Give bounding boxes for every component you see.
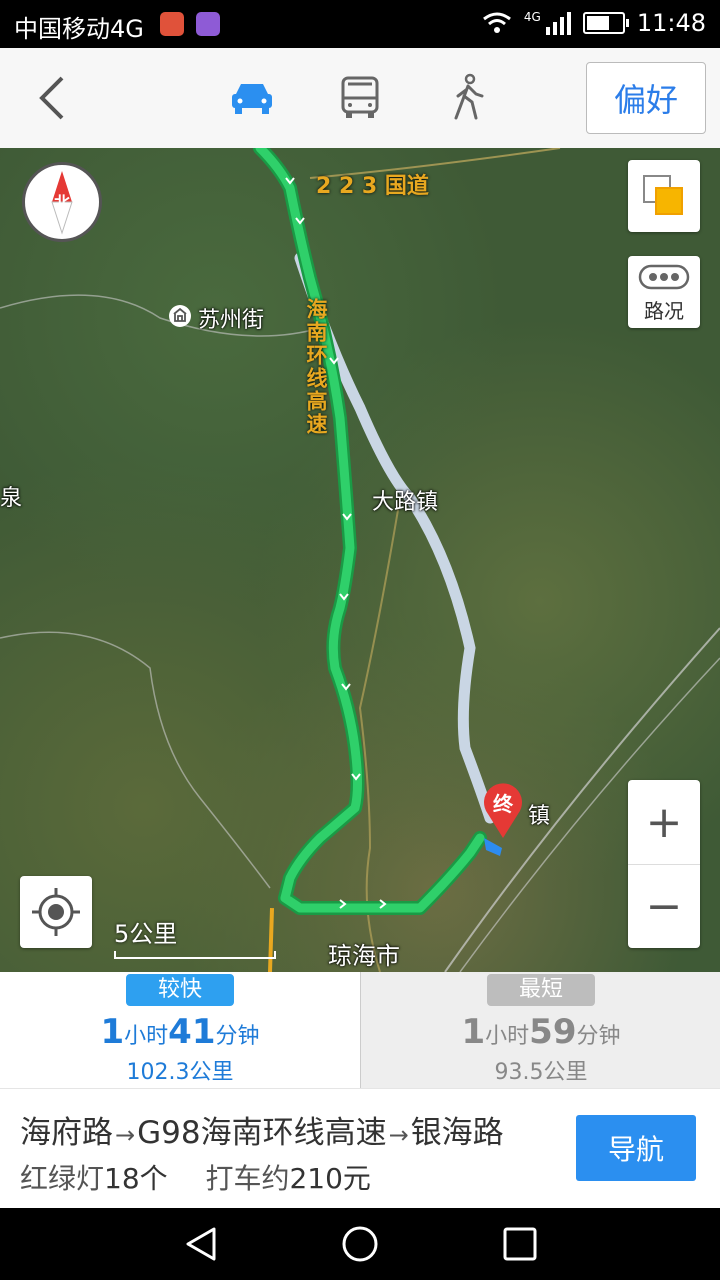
home-circle-icon[interactable] (342, 1226, 378, 1262)
taxi-label: 打车约 (205, 1162, 290, 1195)
scale-bar (114, 951, 276, 959)
place-town-label: 镇 (528, 804, 551, 829)
bus-icon[interactable] (334, 72, 386, 124)
compass-icon[interactable]: 北 (22, 162, 102, 242)
poi-suzhou-label: 苏州街 (198, 308, 265, 333)
carrier-label: 中国移动4G (14, 15, 144, 43)
crosshair-icon (32, 888, 80, 936)
map-scale: 5公里 (114, 914, 276, 959)
traffic-button[interactable]: 路况 (628, 256, 700, 328)
locate-button[interactable] (20, 876, 92, 948)
route-duration: 1小时41分钟 (100, 1012, 260, 1052)
route-header: 偏好 (0, 48, 720, 149)
taxi-fare-value: 210元 (289, 1162, 371, 1195)
highway-label: 海南环线高速 (304, 298, 328, 436)
map-roads (0, 148, 720, 972)
poi-icon (169, 305, 191, 327)
arrow-icon: → (115, 1121, 136, 1149)
layers-button[interactable] (628, 160, 700, 232)
traffic-lights-value: 18个 (104, 1162, 168, 1195)
recents-square-icon[interactable] (503, 1227, 537, 1261)
network-label: 4G (523, 10, 541, 24)
route-options: 较快 1小时41分钟 102.3公里 最短 1小时59分钟 93.5公里 (0, 972, 720, 1088)
clock: 11:48 (636, 9, 706, 37)
traffic-icon (638, 264, 690, 290)
place-dalu-label: 大路镇 (372, 490, 439, 515)
preference-button[interactable]: 偏好 (586, 62, 706, 134)
route-roads: 海府路→G98海南环线高速→银海路 (20, 1107, 504, 1152)
app-notification-icon (160, 12, 184, 36)
zoom-in-button[interactable]: + (628, 780, 700, 864)
route-duration: 1小时59分钟 (461, 1012, 621, 1052)
zoom-controls: + − (628, 780, 700, 948)
walk-icon[interactable] (442, 72, 494, 124)
compass-north-label: 北 (53, 193, 70, 212)
battery-icon (582, 12, 629, 34)
route-option-fastest[interactable]: 较快 1小时41分钟 102.3公里 (0, 972, 360, 1088)
scale-label: 5公里 (114, 920, 178, 948)
signal-icon (545, 12, 571, 35)
layers-icon (643, 175, 683, 215)
route-tag: 较快 (126, 974, 234, 1006)
traffic-lights-label: 红绿灯 (20, 1162, 105, 1195)
back-arrow-icon[interactable] (28, 70, 78, 126)
route-distance: 102.3公里 (126, 1060, 234, 1085)
route-detail[interactable]: 海府路→G98海南环线高速→银海路 红绿灯18个 打车约210元 导航 (0, 1088, 720, 1209)
road-name: 银海路 (410, 1115, 504, 1151)
route-option-shortest[interactable]: 最短 1小时59分钟 93.5公里 (360, 972, 720, 1088)
status-bar: 中国移动4G 4G 11:48 (0, 0, 720, 48)
destination-marker-label: 终 (493, 792, 513, 816)
destination-marker-icon[interactable]: 终 (482, 782, 524, 840)
back-triangle-icon[interactable] (184, 1226, 218, 1262)
system-nav-bar (0, 1208, 720, 1280)
car-icon[interactable] (226, 72, 278, 124)
map-view[interactable]: 2 2 3 国道 海南环线高速 苏州街 大路镇 泉 镇 琼海市 终 北 路况 +… (0, 148, 720, 972)
navigate-button[interactable]: 导航 (576, 1115, 696, 1181)
route-distance: 93.5公里 (494, 1060, 588, 1085)
place-qionghai-label: 琼海市 (328, 942, 400, 970)
arrow-icon: → (388, 1121, 409, 1149)
wifi-icon (482, 12, 511, 33)
zoom-out-button[interactable]: − (628, 865, 700, 948)
app-notification-icon (196, 12, 220, 36)
place-quan-label: 泉 (0, 486, 23, 511)
road-name: 海府路 (20, 1115, 113, 1151)
route-tag: 最短 (487, 974, 595, 1006)
road-name: G98海南环线高速 (137, 1115, 387, 1151)
route-info: 红绿灯18个 打车约210元 (20, 1157, 371, 1197)
road-223-label: 2 2 3 国道 (316, 174, 429, 199)
traffic-label: 路况 (644, 299, 684, 323)
